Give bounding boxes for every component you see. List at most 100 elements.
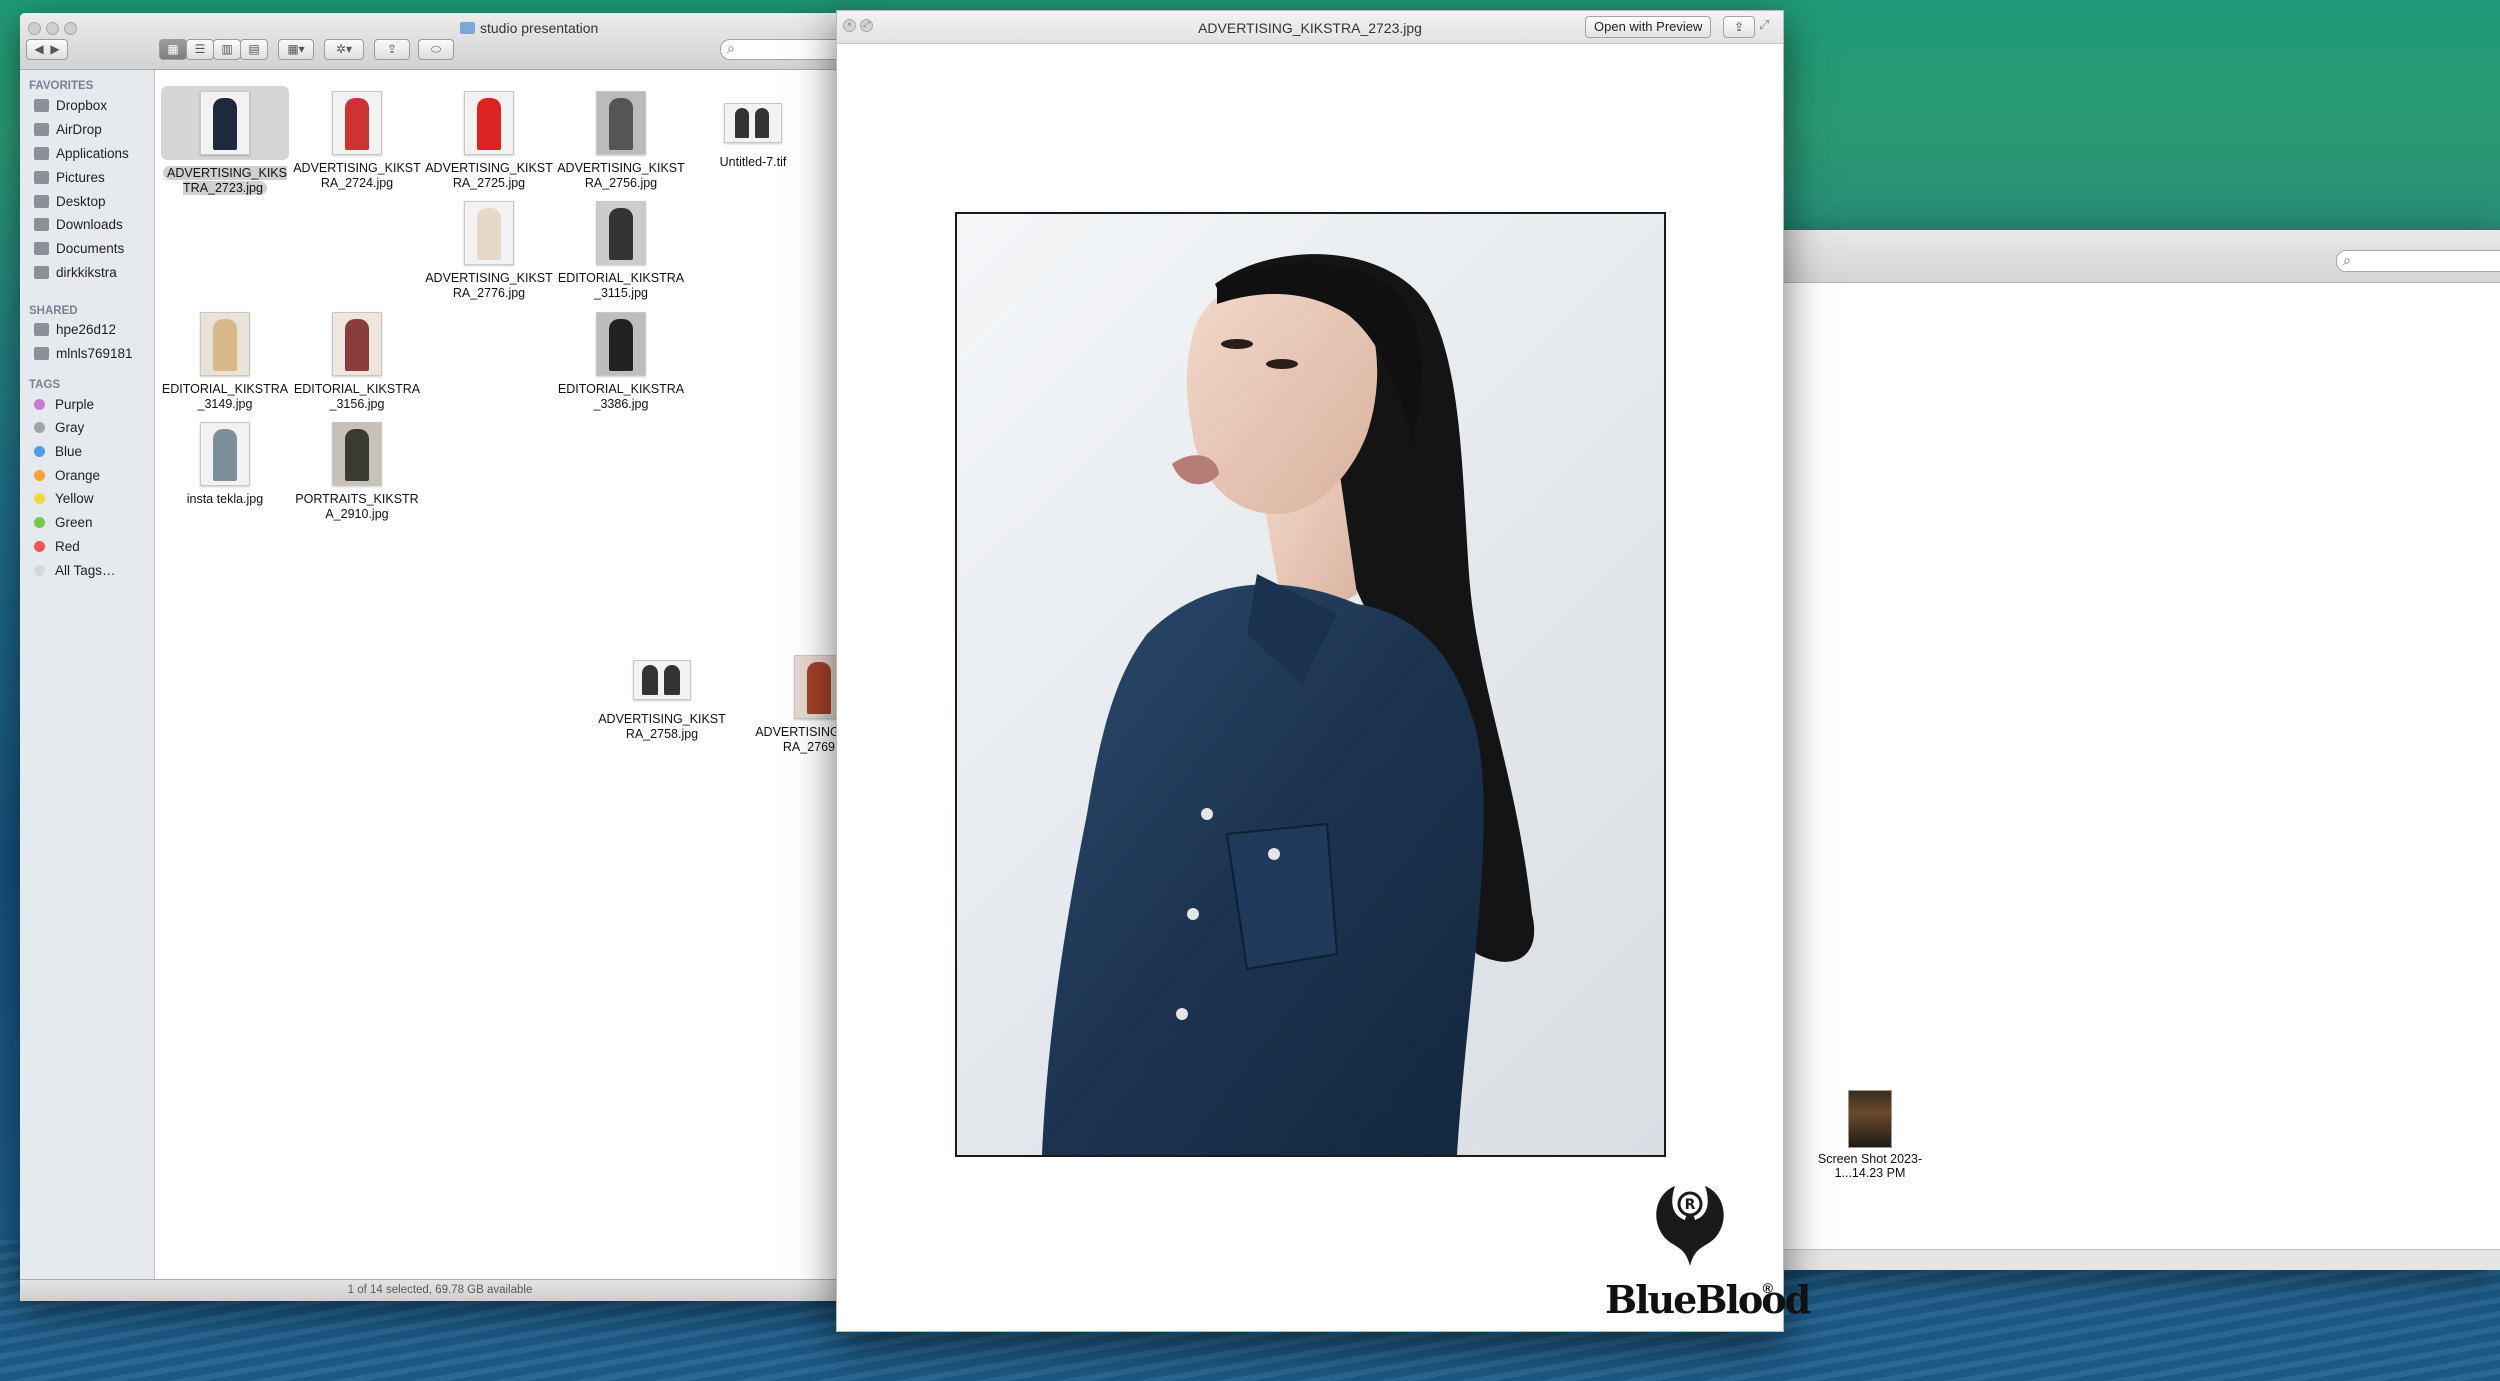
file-icon[interactable]: ADVERTISING_KIKSTRA_2756.jpg [557,91,685,191]
downloads-icon [34,218,49,231]
sidebar-item-label: Documents [56,241,125,256]
close-window-button[interactable] [28,22,41,35]
thumbnail-figure [735,108,749,138]
image-thumbnail [596,91,646,155]
tags-button[interactable]: ⬭ [418,39,454,60]
thumbnail-figure [807,662,831,714]
file-label: EDITORIAL_KIKSTRA_3115.jpg [557,271,685,300]
icon-view-icon: ▦ [167,42,179,56]
desktop-icon [34,195,49,208]
sidebar-item-hpe26d12[interactable]: hpe26d12 [34,319,116,341]
file-icon[interactable]: ADVERTISING_KIKSTRA_2725.jpg [425,91,553,191]
open-with-preview-button[interactable]: Open with Preview [1585,16,1712,38]
sidebar-item-applications[interactable]: Applications [34,143,129,165]
file-name: ADVERTISING_KIKSTRA_2723.jpg [163,166,287,195]
view-coverflow-button[interactable]: ▤ [240,39,268,60]
arrange-button[interactable]: ▦▾ [278,39,314,60]
share-icon: ⇪ [386,42,398,56]
arrange-icon: ▦▾ [287,42,305,56]
sidebar-item-mlnls769181[interactable]: mlnls769181 [34,343,133,365]
sidebar-all-tags[interactable]: All Tags… [34,560,116,582]
computer-icon [34,323,49,336]
image-thumbnail [633,660,691,700]
sidebar-item-label: Desktop [56,194,106,209]
file-icon[interactable]: Untitled-7.tif [689,91,817,170]
sidebar-item-label: Yellow [55,491,94,506]
image-thumbnail [464,201,514,265]
window-title: studio presentation [460,20,598,36]
desktop-file-label: Screen Shot 2023-1...14.23 PM [1817,1152,1923,1180]
blueblood-logo: R BlueBlood ® [1605,1176,1811,1326]
view-list-button[interactable]: ☰ [186,39,214,60]
zoom-window-button[interactable] [64,22,77,35]
sidebar-tag-gray[interactable]: Gray [34,417,84,439]
file-icon[interactable]: insta tekla.jpg [161,422,289,507]
sidebar-tag-red[interactable]: Red [34,536,80,558]
tag-dot-icon [34,446,45,457]
sidebar-item-desktop[interactable]: Desktop [34,191,106,213]
sidebar-item-documents[interactable]: Documents [34,238,124,260]
share-button[interactable]: ⇪ [374,39,410,60]
tag-dot-icon [34,422,45,433]
back-arrow-icon[interactable]: ◀ [34,42,43,56]
file-icon[interactable]: ADVERTISING_KIKSTRA_2723.jpg [161,86,289,196]
file-icon[interactable]: EDITORIAL_KIKSTRA_3156.jpg [293,312,421,412]
file-label: insta tekla.jpg [186,492,264,506]
file-icon[interactable]: EDITORIAL_KIKSTRA_3386.jpg [557,312,685,412]
action-button[interactable]: ✲▾ [324,39,364,60]
view-column-button[interactable]: ▥ [213,39,241,60]
sidebar-tag-yellow[interactable]: Yellow [34,488,94,510]
image-thumbnail [200,422,250,486]
sidebar-tag-blue[interactable]: Blue [34,441,82,463]
view-icon-button[interactable]: ▦ [159,39,187,60]
tag-dot-icon [34,493,45,504]
thumbnail-figure [664,665,680,695]
sidebar-item-label: AirDrop [56,122,102,137]
sidebar-item-label: Red [55,539,80,554]
sidebar-item-label: All Tags… [55,563,116,578]
sidebar-tag-orange[interactable]: Orange [34,465,100,487]
file-label: ADVERTISING_KIKSTRA_2776.jpg [425,271,553,300]
selection-highlight [161,86,289,160]
quicklook-window[interactable]: × ⤢ ADVERTISING_KIKSTRA_2723.jpg Open wi… [836,10,1811,1332]
gear-icon: ✲▾ [335,42,353,56]
forward-arrow-icon[interactable]: ▶ [50,42,59,56]
sidebar-tag-green[interactable]: Green [34,512,93,534]
thumbnail-figure [755,108,769,138]
thumbnail-figure [213,319,237,371]
window-title-text: studio presentation [480,20,599,36]
sidebar-item-label: Orange [55,468,101,483]
sidebar-item-dropbox[interactable]: Dropbox [34,95,107,117]
logo-wordmark: BlueBlood [1605,1277,1811,1322]
file-icon[interactable]: EDITORIAL_KIKSTRA_3115.jpg [557,201,685,301]
sidebar-item-label: hpe26d12 [56,322,117,337]
svg-text:R: R [1685,1197,1696,1213]
background-search-field[interactable]: ⌕ [2336,250,2500,272]
desktop-file-screenshot[interactable]: Screen Shot 2023-1...14.23 PM [1800,1090,1940,1180]
share-button[interactable]: ⇪ [1723,16,1755,38]
tag-dot-icon [34,399,45,410]
finder-window[interactable]: studio presentation ◀ ▶ ▦ ☰ ▥ ▤ ▦▾ ✲▾ ⇪ … [20,13,860,1301]
background-status-bar [1770,1249,2500,1270]
thumbnail-figure [213,429,237,481]
sidebar-item-airdrop[interactable]: AirDrop [34,119,102,141]
file-label: Untitled-7.tif [719,155,787,169]
file-icon[interactable]: EDITORIAL_KIKSTRA_3149.jpg [161,312,289,412]
sidebar-item-pictures[interactable]: Pictures [34,167,105,189]
file-icon[interactable]: ADVERTISING_KIKSTRA_2724.jpg [293,91,421,191]
file-label: EDITORIAL_KIKSTRA_3386.jpg [557,382,685,411]
sidebar-tag-purple[interactable]: Purple [34,394,94,416]
file-icon[interactable]: PORTRAITS_KIKSTRA_2910.jpg [293,422,421,522]
back-forward-buttons[interactable]: ◀ ▶ [26,39,68,60]
minimize-window-button[interactable] [46,22,59,35]
finder-sidebar: FAVORITES Dropbox AirDrop Applications P… [20,70,155,1301]
sidebar-item-home[interactable]: dirkkikstra [34,262,117,284]
file-icon[interactable]: ADVERTISING_KIKSTRA_2776.jpg [425,201,553,301]
expand-icon[interactable]: ⤢ [1759,17,1769,33]
thumbnail-figure [477,208,501,260]
thumbnail-figure [345,429,369,481]
screenshot-thumbnail [1848,1090,1892,1148]
finder-icon-view: ADVERTISING_KIKSTRA_2723.jpg ADVERTISING… [155,70,860,1280]
sidebar-item-downloads[interactable]: Downloads [34,214,123,236]
file-icon[interactable]: ADVERTISING_KIKSTRA_2758.jpg [598,648,726,742]
